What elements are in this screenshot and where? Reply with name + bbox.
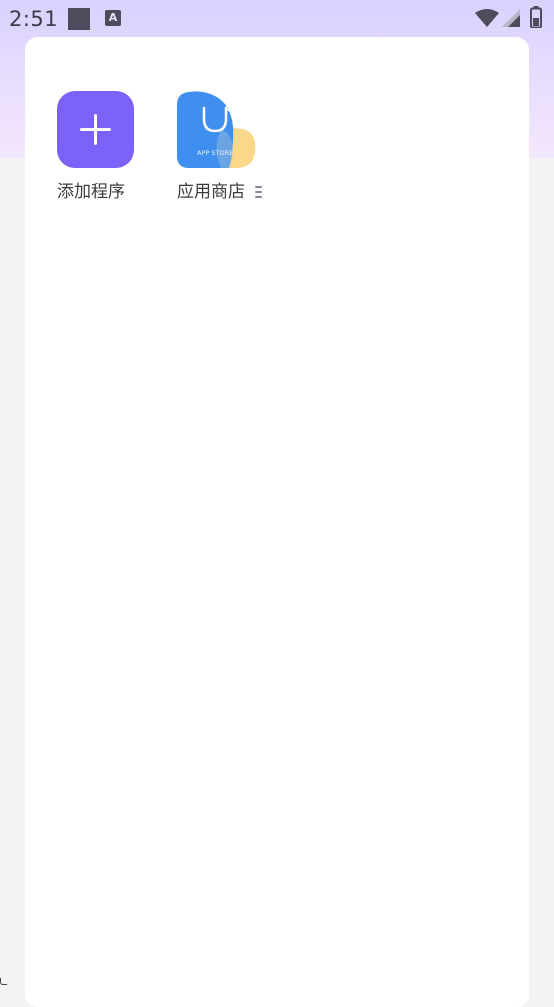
add-program-app[interactable]: 添加程序 bbox=[57, 91, 157, 203]
signal-icon bbox=[502, 9, 520, 27]
status-time: 2:51 bbox=[9, 7, 59, 31]
square-notification-icon bbox=[68, 8, 90, 30]
a-notification-icon: A bbox=[105, 10, 121, 26]
app-store-app[interactable]: APP STORE 应用商店 bbox=[177, 91, 277, 203]
plus-vertical bbox=[94, 114, 97, 145]
wifi-icon bbox=[475, 9, 499, 27]
app-store-logo: APP STORE bbox=[177, 91, 256, 168]
plus-icon[interactable] bbox=[57, 91, 134, 168]
app-label-app-store: 应用商店 bbox=[177, 182, 245, 202]
app-label-app-store-row: 应用商店 bbox=[177, 181, 277, 203]
app-store-icon-text: APP STORE bbox=[197, 149, 233, 157]
corner-indicator-icon bbox=[0, 978, 7, 985]
more-icon bbox=[255, 185, 263, 199]
battery-icon bbox=[530, 6, 542, 28]
status-bar: 2:51 A bbox=[0, 0, 554, 38]
app-label-add-program: 添加程序 bbox=[57, 182, 125, 202]
app-drawer-card: 添加程序 APP STORE 应用商店 bbox=[25, 37, 529, 1007]
app-store-icon[interactable]: APP STORE bbox=[177, 91, 256, 168]
